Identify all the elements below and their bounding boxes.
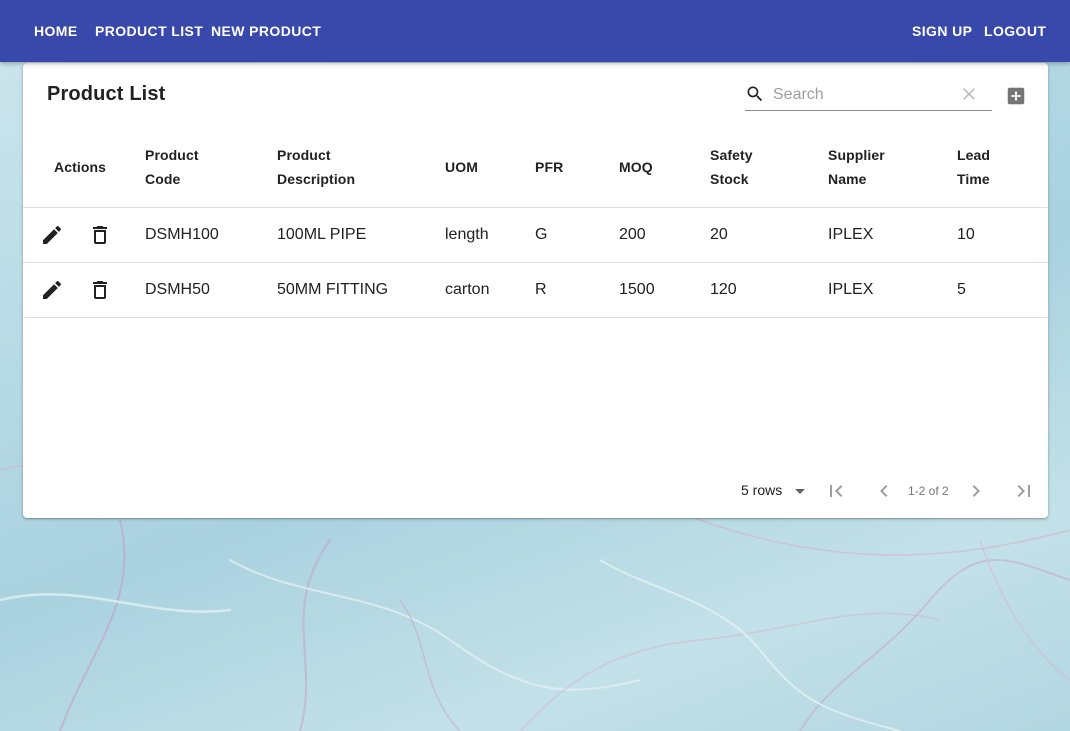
- cell-moq: 200: [619, 226, 646, 243]
- header-product-code[interactable]: Product Code: [145, 143, 199, 191]
- header-pfr[interactable]: PFR: [535, 155, 563, 179]
- delete-icon[interactable]: [88, 223, 112, 247]
- nav-product-list[interactable]: PRODUCT LIST: [95, 0, 203, 62]
- cell-supplier-name: IPLEX: [828, 226, 874, 243]
- search-icon: [747, 86, 763, 102]
- cell-product-description: 100ML PIPE: [277, 226, 367, 243]
- search-field: [745, 79, 992, 111]
- app-bar: HOME PRODUCT LIST NEW PRODUCT SIGN UP LO…: [0, 0, 1070, 62]
- cell-lead-time: 5: [957, 281, 966, 298]
- cell-moq: 1500: [619, 281, 655, 298]
- header-label: Supplier: [828, 147, 885, 163]
- edit-icon[interactable]: [40, 223, 64, 247]
- cell-safety-stock: 120: [710, 281, 737, 298]
- nav-home[interactable]: HOME: [34, 0, 78, 62]
- page-range: 1-2 of 2: [908, 484, 949, 498]
- header-label: Time: [957, 171, 990, 187]
- cell-pfr: R: [535, 281, 547, 298]
- page-title: Product List: [47, 83, 166, 105]
- cell-product-code: DSMH100: [145, 226, 219, 243]
- previous-page-icon[interactable]: [872, 479, 896, 503]
- header-lead-time[interactable]: Lead Time: [957, 143, 990, 191]
- header-supplier-name[interactable]: Supplier Name: [828, 143, 885, 191]
- header-label: Name: [828, 171, 867, 187]
- header-divider: [23, 207, 1048, 208]
- row-divider: [23, 262, 1048, 263]
- clear-icon[interactable]: [959, 84, 979, 104]
- header-label: Product: [277, 147, 331, 163]
- header-safety-stock[interactable]: Safety Stock: [710, 143, 753, 191]
- rows-per-page-value: 5 rows: [741, 482, 783, 498]
- nav-logout[interactable]: LOGOUT: [984, 0, 1046, 62]
- edit-icon[interactable]: [40, 278, 64, 302]
- nav-new-product[interactable]: NEW PRODUCT: [211, 0, 321, 62]
- header-product-description[interactable]: Product Description: [277, 143, 355, 191]
- cell-uom: carton: [445, 281, 490, 298]
- row-divider: [23, 317, 1048, 318]
- delete-icon[interactable]: [88, 278, 112, 302]
- cell-uom: length: [445, 226, 489, 243]
- cell-pfr: G: [535, 226, 548, 243]
- cell-product-code: DSMH50: [145, 281, 210, 298]
- header-label: Description: [277, 171, 356, 187]
- next-page-icon[interactable]: [964, 479, 988, 503]
- search-input[interactable]: [773, 83, 953, 107]
- product-list-card: Product List Actions Product Code Produc…: [23, 63, 1048, 518]
- dropdown-arrow-icon: [795, 489, 805, 494]
- header-label: Code: [145, 171, 181, 187]
- cell-product-description: 50MM FITTING: [277, 281, 389, 298]
- first-page-icon[interactable]: [824, 479, 848, 503]
- header-moq[interactable]: MOQ: [619, 155, 653, 179]
- header-label: Safety: [710, 147, 753, 163]
- header-label: Product: [145, 147, 199, 163]
- header-actions: Actions: [54, 159, 107, 175]
- cell-supplier-name: IPLEX: [828, 281, 874, 298]
- nav-sign-up[interactable]: SIGN UP: [912, 0, 972, 62]
- header-label: Lead: [957, 147, 991, 163]
- header-uom[interactable]: UOM: [445, 155, 478, 179]
- cell-lead-time: 10: [957, 226, 975, 243]
- cell-safety-stock: 20: [710, 226, 728, 243]
- header-label: Stock: [710, 171, 749, 187]
- add-product-icon[interactable]: [1005, 85, 1027, 107]
- last-page-icon[interactable]: [1012, 479, 1036, 503]
